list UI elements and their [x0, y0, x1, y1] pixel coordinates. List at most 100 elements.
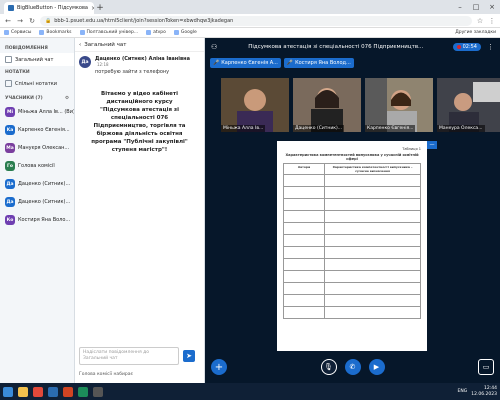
user-list-item[interactable]: Го Голова комісії	[0, 157, 74, 175]
powerpoint-icon[interactable]	[63, 386, 73, 397]
clock[interactable]: 12:44 12.06.2023	[471, 386, 497, 397]
folder-icon[interactable]	[18, 386, 28, 397]
star-icon[interactable]: ☆	[476, 17, 484, 25]
app-icon[interactable]	[93, 386, 103, 397]
maximize-icon[interactable]: □	[468, 3, 484, 11]
users-header: УЧАСНИКИ (7) ⚙	[0, 90, 74, 103]
user-list-item[interactable]: Ma Мануєря Олексан...	[0, 139, 74, 157]
new-tab-button[interactable]: +	[94, 2, 106, 14]
send-button[interactable]: ➤	[183, 350, 195, 362]
url-field[interactable]: 🔒 bbb-1.psuet.edu.ua/html5client/join?se…	[40, 15, 472, 26]
bbb-app: ПОВІДОМЛЕННЯ Загальний чат НОТАТКИ Спіль…	[0, 38, 500, 383]
user-name: Карпенко Євгенія...	[18, 127, 70, 133]
table-row	[282, 198, 421, 211]
webcam-tile[interactable]: Карпенко Євгенія...	[365, 78, 433, 132]
speaker-name: Костиря Яна Волод...	[295, 60, 351, 66]
bookmark-item[interactable]: atvpo	[146, 30, 166, 35]
camera-button[interactable]: ▶	[368, 359, 385, 375]
notes-icon	[5, 80, 12, 87]
presentation-slide[interactable]: Таблиця 1 Характеристика компетентностей…	[277, 141, 427, 351]
message-sender-line: Даценко (Ситнек) Аліна Іванівна 12:18	[95, 56, 200, 68]
reload-icon[interactable]: ↻	[28, 17, 36, 25]
apps-icon	[4, 30, 9, 35]
tab-title: BigBlueButton - Підсумкова	[17, 5, 88, 11]
slide-table-label: Таблиця 1	[402, 147, 421, 151]
avatar: Го	[5, 161, 15, 171]
bookmark-item[interactable]: Сервисы	[4, 30, 31, 35]
column-header: Автори	[282, 163, 326, 175]
webcam-tile[interactable]: Міньжа Алла Ів...	[221, 78, 289, 132]
url-text: bbb-1.psuet.edu.ua/html5client/join?sess…	[54, 17, 234, 24]
start-icon[interactable]	[3, 386, 13, 397]
minimize-presentation-icon[interactable]: —	[427, 141, 437, 149]
messages-title: ПОВІДОМЛЕННЯ	[5, 46, 48, 51]
user-icon[interactable]: ⚇	[211, 43, 219, 51]
forward-icon[interactable]: →	[16, 17, 24, 25]
chrome-icon[interactable]	[33, 386, 43, 397]
other-bookmarks[interactable]: Другие закладки	[455, 30, 496, 35]
welcome-message: Вітаємо у відео кабінеті дистанційного к…	[91, 91, 188, 153]
more-options-icon[interactable]: ⋮	[487, 43, 494, 51]
user-list-item[interactable]: Ко Костиря Яна Воло...	[0, 211, 74, 229]
minimize-icon[interactable]: –	[452, 3, 468, 11]
person-image	[237, 89, 273, 132]
phone-button[interactable]: ✆	[344, 359, 361, 375]
language-indicator[interactable]: ENG	[458, 389, 468, 394]
talking-indicator: 🎤 Карпенко Євгенія А... 🎤 Костиря Яна Воло…	[205, 56, 500, 70]
user-list: Mi Міньжа Алла Ів... (Ви) Ka Карпенко Євген…	[0, 103, 74, 229]
bookmark-item[interactable]: Полтавський універ...	[79, 30, 138, 35]
word-icon[interactable]	[48, 386, 58, 397]
chat-panel: ‹ Загальний чат Да Даценко (Ситнек) Алін…	[75, 38, 205, 383]
user-list-item[interactable]: Да Даценко (Ситник)...	[0, 175, 74, 193]
user-name: Костиря Яна Воло...	[18, 217, 71, 223]
browser-tab-strip: BigBlueButton - Підсумкова × + – □ ×	[0, 0, 500, 14]
user-list-item[interactable]: Да Даценко (Ситник)...	[0, 193, 74, 211]
bookmark-label: atvpo	[153, 30, 166, 35]
screen-share-button[interactable]: ▭	[478, 359, 494, 375]
user-list-item[interactable]: Ka Карпенко Євгенія...	[0, 121, 74, 139]
message-sender: Даценко (Ситнек) Аліна Іванівна	[95, 56, 190, 62]
meeting-header: ⚇ Підсумкова атестація зі спеціальності …	[205, 38, 500, 56]
bookmark-icon	[79, 30, 85, 35]
user-list-panel: ПОВІДОМЛЕННЯ Загальний чат НОТАТКИ Спіль…	[0, 38, 75, 383]
user-list-item[interactable]: Mi Міньжа Алла Ів... (Ви)	[0, 103, 74, 121]
bookmark-item[interactable]: Bookmarks	[39, 30, 72, 35]
chat-input[interactable]: Надіслати повідомлення до Загальний чат	[79, 347, 179, 365]
table-row	[282, 234, 421, 247]
back-icon[interactable]: ←	[4, 17, 12, 25]
excel-icon[interactable]	[78, 386, 88, 397]
bookmark-item[interactable]: Google	[173, 30, 197, 35]
bookmark-label: Bookmarks	[46, 30, 72, 35]
mic-icon: 🎤	[286, 60, 294, 66]
address-bar: ← → ↻ 🔒 bbb-1.psuet.edu.ua/html5client/j…	[0, 14, 500, 28]
lock-icon: 🔒	[45, 17, 52, 24]
table-row	[282, 174, 421, 187]
camera-icon: ▶	[373, 363, 380, 371]
table-row	[282, 186, 421, 199]
bookmark-label: Google	[180, 30, 197, 35]
typing-indicator: Голова комісії набирає	[79, 372, 133, 377]
table-row	[282, 294, 421, 307]
table-row	[282, 270, 421, 283]
users-title: УЧАСНИКИ (7)	[5, 96, 43, 101]
table-row	[282, 258, 421, 271]
bbb-favicon-icon	[8, 5, 14, 11]
window-close-icon[interactable]: ×	[484, 3, 500, 11]
speaker-pill[interactable]: 🎤 Карпенко Євгенія А...	[210, 58, 281, 68]
menu-icon[interactable]: ⋮	[488, 17, 496, 25]
speaker-pill[interactable]: 🎤 Костиря Яна Волод...	[283, 58, 354, 68]
avatar: Ко	[5, 215, 15, 225]
webcam-tile[interactable]: Манеура Олекса...	[437, 78, 500, 132]
microphone-button[interactable]: 🎙	[320, 359, 337, 375]
recording-indicator[interactable]: 02:54	[452, 43, 481, 51]
public-chat-link[interactable]: Загальний чат	[0, 53, 74, 66]
webcam-tile[interactable]: Даценко (Ситник)...	[293, 78, 361, 132]
table-row	[282, 282, 421, 295]
speaker-name: Карпенко Євгенія А...	[221, 60, 278, 66]
shared-notes-link[interactable]: Спільні нотатки	[0, 77, 74, 90]
browser-tab[interactable]: BigBlueButton - Підсумкова ×	[4, 2, 94, 14]
settings-icon[interactable]: ⚙	[65, 96, 69, 101]
avatar: Ka	[5, 125, 15, 135]
recording-time: 02:54	[462, 44, 477, 50]
chevron-left-icon[interactable]: ‹	[79, 42, 81, 48]
